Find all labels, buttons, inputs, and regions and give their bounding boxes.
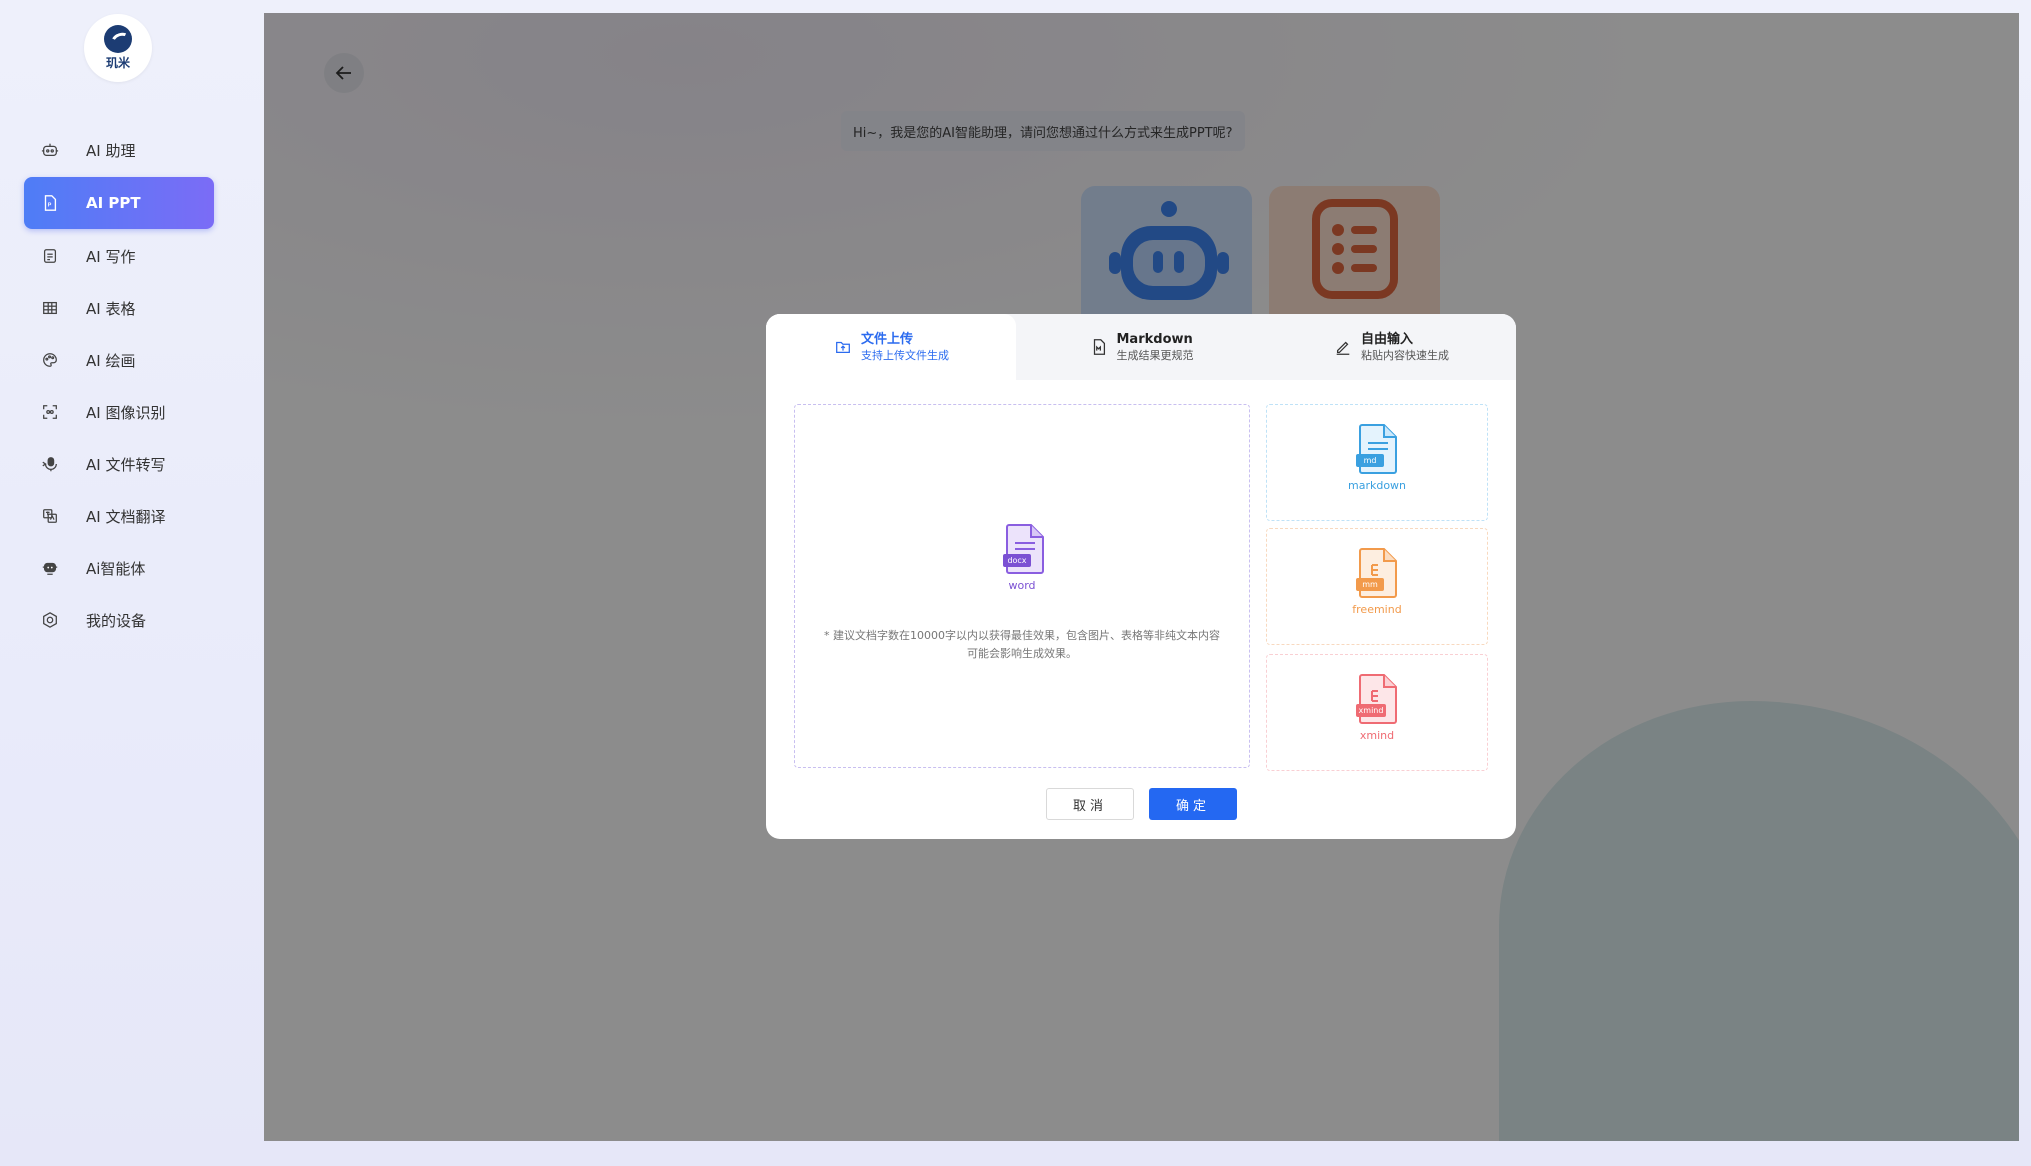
agent-icon — [40, 558, 60, 578]
document-icon — [40, 246, 60, 266]
sidebar-item-ai-translation[interactable]: AI 文档翻译 — [24, 490, 214, 542]
file-type-badge: md — [1363, 456, 1377, 465]
pencil-icon — [1333, 337, 1353, 357]
device-icon — [40, 610, 60, 630]
confirm-button[interactable]: 确定 — [1149, 788, 1237, 820]
xmind-file-icon: xmind — [1356, 673, 1400, 729]
file-type-badge: xmind — [1358, 706, 1384, 715]
app-logo[interactable]: 玑米 — [84, 14, 152, 82]
markdown-file-icon: md — [1356, 423, 1400, 479]
sidebar-item-ai-transcription[interactable]: AI 文件转写 — [24, 438, 214, 490]
tab-file-upload[interactable]: 文件上传 支持上传文件生成 — [766, 314, 1016, 380]
tab-title: 文件上传 — [861, 331, 914, 347]
sidebar-item-label: AI 文档翻译 — [86, 507, 166, 526]
file-type-badge: docx — [1007, 556, 1027, 565]
sidebar-item-ai-table[interactable]: AI 表格 — [24, 282, 214, 334]
xmind-file-option[interactable]: xmind xmind — [1266, 654, 1488, 771]
sidebar-item-label: AI 文件转写 — [86, 455, 166, 474]
sidebar-item-ai-drawing[interactable]: AI 绘画 — [24, 334, 214, 386]
tab-title: 自由输入 — [1361, 331, 1414, 347]
sidebar-item-label: AI 绘画 — [86, 351, 136, 370]
option-label: xmind — [1359, 729, 1395, 742]
svg-text:P: P — [48, 203, 52, 209]
palette-icon — [40, 350, 60, 370]
sidebar-item-ai-agent[interactable]: Ai智能体 — [24, 542, 214, 594]
table-icon — [40, 298, 60, 318]
sidebar-item-label: AI 写作 — [86, 247, 136, 266]
option-label: freemind — [1352, 603, 1402, 616]
tab-free-input[interactable]: 自由输入 粘贴内容快速生成 — [1266, 314, 1516, 380]
sidebar-item-label: AI 表格 — [86, 299, 136, 318]
file-upload-dropzone[interactable]: docx word * 建议文档字数在10000字以内以获得最佳效果，包含图片、… — [794, 404, 1250, 768]
freemind-file-option[interactable]: mm freemind — [1266, 528, 1488, 645]
markdown-file-icon — [1089, 337, 1109, 357]
sidebar: 玑米 AI 助理 P AI PPT AI 写作 AI 表格 AI 绘画 AI 图… — [0, 0, 264, 1166]
sidebar-item-label: Ai智能体 — [86, 559, 146, 578]
freemind-file-icon: mm — [1356, 547, 1400, 603]
sidebar-item-ai-ppt[interactable]: P AI PPT — [24, 177, 214, 229]
upload-hint: * 建议文档字数在10000字以内以获得最佳效果，包含图片、表格等非纯文本内容可… — [824, 629, 1220, 660]
tab-title: Markdown — [1116, 331, 1193, 347]
scan-icon — [40, 402, 60, 422]
translate-icon — [40, 506, 60, 526]
logo-mark-icon — [104, 25, 132, 53]
option-label: markdown — [1347, 479, 1407, 492]
robot-icon — [40, 140, 60, 160]
tab-subtitle: 支持上传文件生成 — [861, 348, 949, 362]
sidebar-item-label: AI 助理 — [86, 141, 136, 160]
tab-subtitle: 生成结果更规范 — [1116, 348, 1194, 362]
tab-markdown[interactable]: Markdown 生成结果更规范 — [1016, 314, 1266, 380]
tab-subtitle: 粘贴内容快速生成 — [1361, 348, 1449, 362]
logo-text: 玑米 — [105, 56, 130, 70]
ppt-icon: P — [40, 193, 60, 213]
sidebar-item-label: 我的设备 — [86, 611, 147, 630]
sidebar-item-label: AI 图像识别 — [86, 403, 166, 422]
sidebar-item-ai-image-recognition[interactable]: AI 图像识别 — [24, 386, 214, 438]
sidebar-item-label: AI PPT — [86, 194, 141, 212]
sidebar-item-ai-writing[interactable]: AI 写作 — [24, 230, 214, 282]
word-file-icon: docx — [1003, 523, 1047, 579]
ppt-source-dialog: 文件上传 支持上传文件生成 Markdown 生成结果更规范 自由输入 粘贴内容… — [766, 314, 1516, 839]
mic-icon — [40, 454, 60, 474]
sidebar-nav: AI 助理 P AI PPT AI 写作 AI 表格 AI 绘画 AI 图像识别… — [24, 124, 214, 646]
upload-file-icon — [833, 337, 853, 357]
markdown-file-option[interactable]: md markdown — [1266, 404, 1488, 521]
file-type-badge: mm — [1362, 580, 1378, 589]
file-type-label: word — [1008, 579, 1036, 592]
sidebar-item-my-devices[interactable]: 我的设备 — [24, 594, 214, 646]
cancel-button[interactable]: 取消 — [1046, 788, 1134, 820]
source-tabs: 文件上传 支持上传文件生成 Markdown 生成结果更规范 自由输入 粘贴内容… — [766, 314, 1516, 380]
sidebar-item-ai-assistant[interactable]: AI 助理 — [24, 124, 214, 176]
